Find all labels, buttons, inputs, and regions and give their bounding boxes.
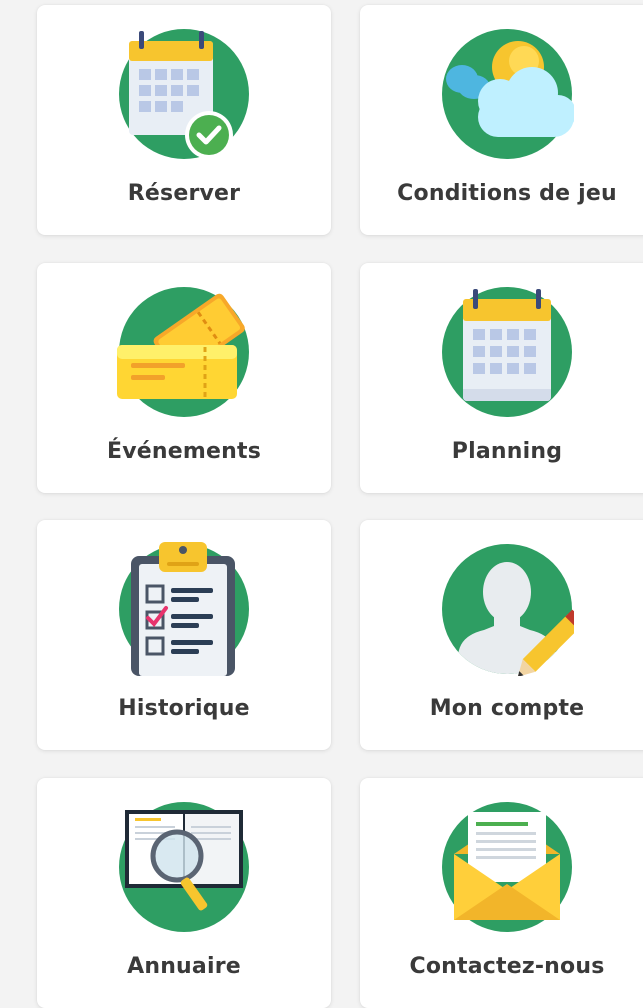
weather-icon — [440, 27, 574, 161]
tile-evenements[interactable]: Événements — [37, 263, 331, 493]
user-edit-icon — [440, 542, 574, 676]
tile-historique[interactable]: Historique — [37, 520, 331, 750]
tile-label: Annuaire — [127, 954, 241, 979]
tile-annuaire[interactable]: Annuaire — [37, 778, 331, 1008]
tickets-icon — [117, 285, 251, 419]
envelope-icon — [440, 800, 574, 934]
tile-label: Mon compte — [429, 696, 585, 721]
tile-label: Réserver — [127, 181, 241, 206]
calendar-icon — [440, 285, 574, 419]
directory-search-icon — [117, 800, 251, 934]
tile-mon-compte[interactable]: Mon compte — [360, 520, 643, 750]
tile-label: Planning — [451, 439, 563, 464]
tile-label: Événements — [107, 439, 261, 464]
tile-reserver[interactable]: Réserver — [37, 5, 331, 235]
tile-contactez-nous[interactable]: Contactez-nous — [360, 778, 643, 1008]
tile-label: Historique — [118, 696, 250, 721]
tile-label: Conditions de jeu — [397, 181, 617, 206]
clipboard-checklist-icon — [117, 542, 251, 676]
calendar-check-icon — [117, 27, 251, 161]
tile-conditions-de-jeu[interactable]: Conditions de jeu — [360, 5, 643, 235]
tile-planning[interactable]: Planning — [360, 263, 643, 493]
tile-label: Contactez-nous — [409, 954, 605, 979]
